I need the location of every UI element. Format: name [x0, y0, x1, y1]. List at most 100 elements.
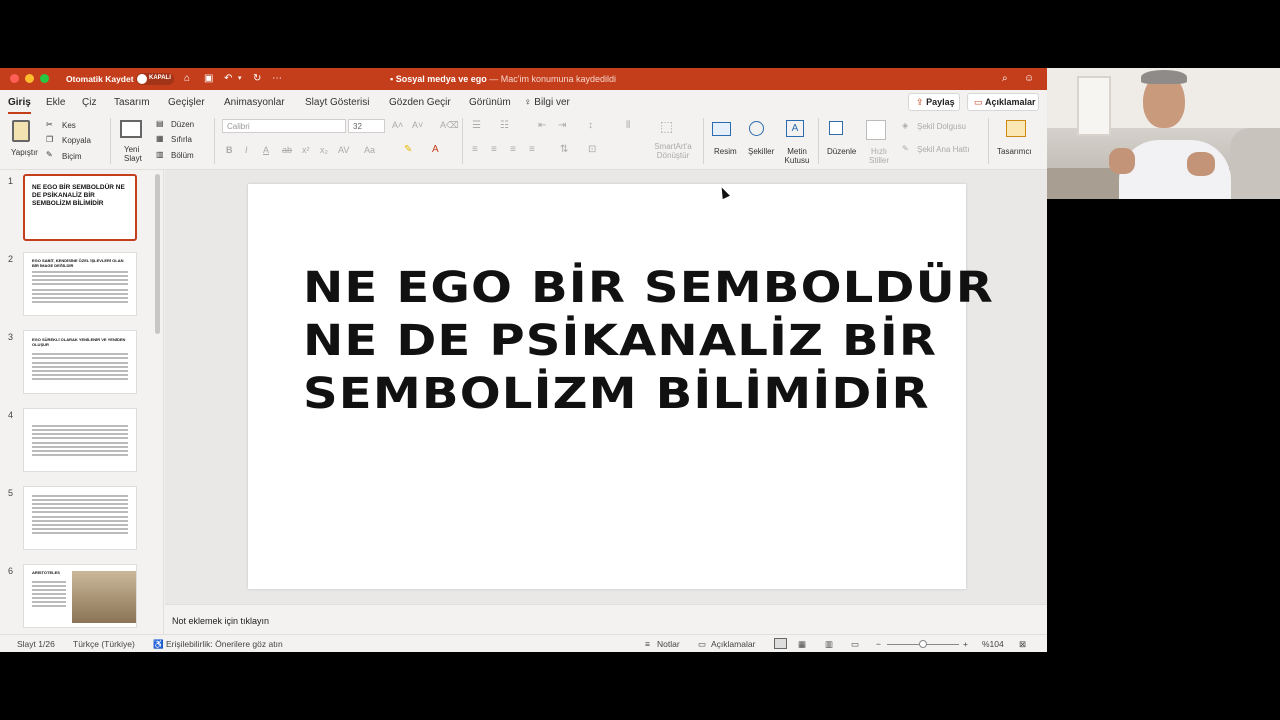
designer-label: Tasarımcı — [997, 147, 1032, 156]
thumbnail-title: EGO SÜREKLİ OLARAK YENİLENİR VE YENİDEN … — [32, 337, 126, 347]
slide-thumbnail-4[interactable] — [23, 408, 137, 472]
status-bar: Slayt 1/26 Türkçe (Türkiye) ♿ Erişilebil… — [0, 634, 1047, 652]
tab-gecisler[interactable]: Geçişler — [168, 97, 205, 108]
slide-number: 4 — [8, 410, 14, 420]
tab-animasyonlar[interactable]: Animasyonlar — [224, 97, 285, 108]
underline-icon[interactable]: A — [263, 145, 269, 155]
align-right-icon[interactable]: ≡ — [510, 144, 516, 155]
account-icon[interactable]: ☺ — [1024, 73, 1034, 85]
bullets-icon[interactable]: ☰ — [472, 120, 481, 131]
font-name-select[interactable]: Calibri — [222, 119, 346, 133]
tab-ciz[interactable]: Çiz — [82, 97, 96, 108]
cut-button[interactable]: Kes — [62, 121, 76, 130]
format-painter-button[interactable]: Biçim — [62, 152, 82, 161]
undo-dropdown-icon[interactable]: ▾ — [238, 73, 242, 85]
copy-button[interactable]: Kopyala — [62, 136, 91, 145]
zoom-window-button[interactable] — [40, 74, 49, 83]
clipboard-icon — [12, 120, 30, 142]
thumbnail-text-lines — [32, 581, 66, 609]
change-case-icon[interactable]: Aa — [364, 145, 375, 155]
divider — [462, 118, 463, 164]
home-icon[interactable]: ⌂ — [184, 73, 190, 85]
font-size-select[interactable]: 32 — [348, 119, 385, 133]
search-icon[interactable]: ⌕ — [1002, 73, 1008, 85]
cut-icon: ✂ — [46, 120, 53, 129]
grow-font-icon[interactable]: A˄ — [392, 120, 403, 130]
zoom-in-icon[interactable]: + — [963, 639, 968, 649]
autosave-toggle[interactable]: KAPALI — [136, 73, 174, 85]
share-button[interactable]: ⇪ Paylaş — [908, 93, 960, 111]
arrange-icon — [829, 121, 843, 135]
save-icon[interactable]: ▣ — [204, 73, 213, 85]
slide-thumbnail-2[interactable]: EGO SABİT, KENDİSİNE ÖZEL İŞLEVLERİ OLAN… — [23, 252, 137, 316]
layout-icon: ▤ — [156, 119, 164, 128]
divider — [110, 118, 111, 164]
notes-pane[interactable]: Not eklemek için tıklayın — [165, 604, 1047, 634]
undo-icon[interactable]: ↶ — [224, 73, 232, 85]
strikethrough-icon[interactable]: ab — [282, 145, 292, 155]
minimize-window-button[interactable] — [25, 74, 34, 83]
thumbnail-scrollbar[interactable] — [155, 174, 160, 334]
tab-gozden-gecir[interactable]: Gözden Geçir — [389, 97, 451, 108]
shapes-label: Şekiller — [748, 147, 775, 156]
zoom-level[interactable]: %104 — [982, 639, 1004, 649]
slideshow-icon[interactable]: ▭ — [851, 639, 859, 650]
shape-fill-button[interactable]: Şekil Dolgusu — [917, 122, 966, 131]
title-bar: Otomatik Kaydet KAPALI ⌂ ▣ ↶ ▾ ↻ ⋯ ▪ Sos… — [0, 68, 1047, 90]
tab-tasarim[interactable]: Tasarım — [114, 97, 150, 108]
decrease-indent-icon[interactable]: ⇤ — [538, 120, 546, 131]
comments-status-button[interactable]: Açıklamalar — [711, 639, 755, 649]
close-window-button[interactable] — [10, 74, 19, 83]
language-indicator[interactable]: Türkçe (Türkiye) — [73, 639, 135, 649]
font-color-icon[interactable]: A — [432, 144, 439, 155]
align-text-icon[interactable]: ⊡ — [588, 144, 596, 155]
slide-thumbnail-5[interactable] — [23, 486, 137, 550]
increase-indent-icon[interactable]: ⇥ — [558, 120, 566, 131]
tab-slayt-gosterisi[interactable]: Slayt Gösterisi — [305, 97, 369, 108]
text-direction-icon[interactable]: ⇅ — [560, 144, 568, 155]
shape-outline-button[interactable]: Şekil Ana Hattı — [917, 145, 969, 154]
align-center-icon[interactable]: ≡ — [491, 144, 497, 155]
superscript-icon[interactable]: x² — [302, 145, 310, 155]
numbering-icon[interactable]: ☷ — [500, 120, 509, 131]
powerpoint-doc-icon: ▪ — [390, 74, 394, 84]
character-spacing-icon[interactable]: AV — [338, 145, 349, 155]
more-icon[interactable]: ⋯ — [272, 73, 282, 85]
align-left-icon[interactable]: ≡ — [472, 144, 478, 155]
tab-giris[interactable]: Giriş — [8, 97, 31, 114]
share-icon: ⇪ — [916, 97, 924, 107]
slide-thumbnail-1[interactable]: NE EGO BİR SEMBOLDÜR NE DE PSİKANALİZ Bİ… — [23, 174, 137, 241]
line-spacing-icon[interactable]: ↕ — [588, 120, 593, 131]
comments-button[interactable]: ▭ Açıklamalar — [967, 93, 1039, 111]
normal-view-icon[interactable] — [774, 638, 787, 649]
slide-title[interactable]: NE EGO BİR SEMBOLDÜR NE DE PSİKANALİZ Bİ… — [303, 262, 1020, 421]
italic-icon[interactable]: I — [245, 145, 248, 155]
slide-thumbnail-6[interactable]: ARİSTOTELES — [23, 564, 137, 628]
notes-button[interactable]: Notlar — [657, 639, 680, 649]
section-button[interactable]: Bölüm — [171, 151, 194, 160]
current-slide[interactable]: NE EGO BİR SEMBOLDÜR NE DE PSİKANALİZ Bİ… — [248, 184, 993, 589]
columns-icon[interactable]: ⫴ — [626, 120, 630, 131]
tab-ekle[interactable]: Ekle — [46, 97, 65, 108]
picture-label: Resim — [714, 147, 737, 156]
layout-button[interactable]: Düzen — [171, 120, 194, 129]
reading-view-icon[interactable]: ▥ — [825, 639, 833, 650]
zoom-slider-handle[interactable] — [919, 640, 927, 648]
redo-icon[interactable]: ↻ — [253, 73, 261, 85]
slide-thumbnail-3[interactable]: EGO SÜREKLİ OLARAK YENİLENİR VE YENİDEN … — [23, 330, 137, 394]
tab-bilgi-ver[interactable]: ♀ Bilgi ver — [524, 97, 570, 108]
subscript-icon[interactable]: x₂ — [320, 145, 328, 155]
tab-gorunum[interactable]: Görünüm — [469, 97, 511, 108]
fit-to-window-icon[interactable]: ⊠ — [1019, 639, 1026, 650]
shrink-font-icon[interactable]: A˅ — [412, 120, 423, 130]
justify-icon[interactable]: ≡ — [529, 144, 535, 155]
slide-sorter-icon[interactable]: ▦ — [798, 639, 806, 650]
accessibility-status[interactable]: Erişilebilirlik: Önerilere göz atın — [166, 639, 283, 649]
zoom-out-icon[interactable]: − — [876, 639, 881, 649]
thumbnail-text-lines — [32, 271, 128, 305]
reset-button[interactable]: Sıfırla — [171, 135, 192, 144]
bold-icon[interactable]: B — [226, 145, 233, 155]
highlight-icon[interactable]: ✎ — [404, 144, 412, 155]
document-title[interactable]: ▪ Sosyal medya ve ego — Mac'im konumuna … — [390, 74, 616, 84]
clear-format-icon[interactable]: A⌫ — [440, 120, 459, 131]
